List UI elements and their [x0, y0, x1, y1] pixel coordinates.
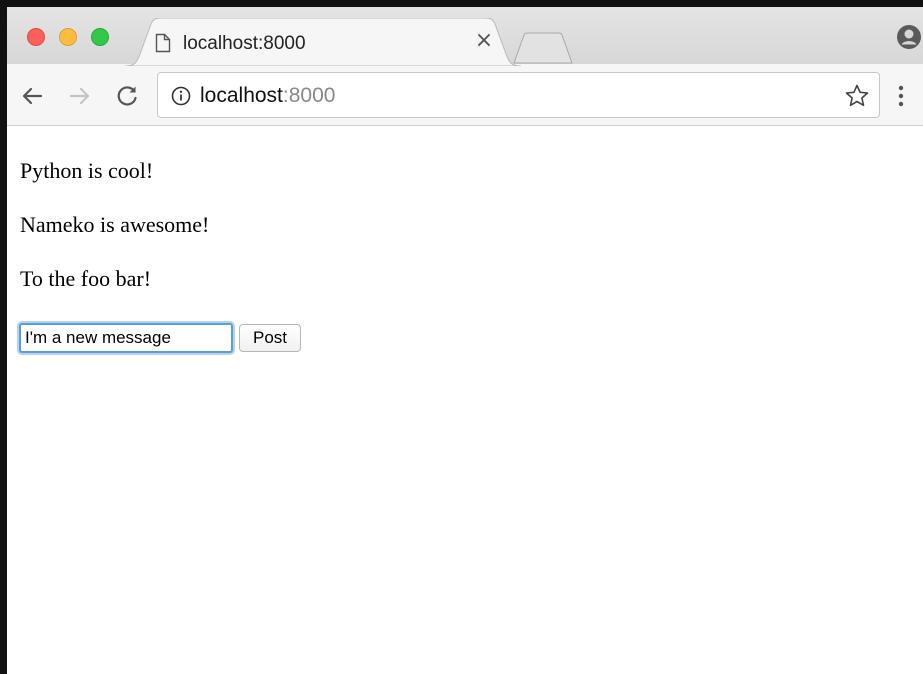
- address-bar[interactable]: localhost:8000: [157, 72, 880, 118]
- post-button[interactable]: Post: [239, 324, 301, 352]
- message-item: Nameko is awesome!: [20, 212, 210, 237]
- message-item: Python is cool!: [20, 158, 154, 183]
- tab-title: localhost:8000: [183, 33, 306, 54]
- url-host: localhost: [200, 84, 283, 107]
- page-icon: [155, 33, 171, 53]
- page-content: Python is cool! Nameko is awesome! To th…: [7, 127, 923, 674]
- reload-icon[interactable]: [113, 82, 141, 110]
- zoom-window-button[interactable]: [91, 28, 109, 46]
- profile-icon[interactable]: [895, 23, 923, 51]
- tab-strip: localhost:8000 ×: [7, 7, 923, 66]
- url-text[interactable]: localhost:8000: [200, 84, 335, 108]
- browser-window: localhost:8000 × localhost:8000 Python i…: [0, 0, 923, 674]
- new-tab-button[interactable]: [512, 32, 574, 64]
- close-window-button[interactable]: [27, 28, 45, 46]
- minimize-window-button[interactable]: [59, 28, 77, 46]
- arrow-right-icon[interactable]: [65, 82, 93, 110]
- message-item: To the foo bar!: [20, 266, 152, 291]
- info-icon[interactable]: [170, 85, 192, 107]
- toolbar: localhost:8000: [7, 64, 923, 126]
- kebab-menu-icon[interactable]: [897, 84, 905, 108]
- arrow-left-icon[interactable]: [19, 82, 47, 110]
- star-icon[interactable]: [844, 83, 870, 109]
- tab-close-button[interactable]: ×: [471, 28, 497, 54]
- tab-active[interactable]: localhost:8000 ×: [125, 18, 521, 66]
- url-port: :8000: [282, 84, 336, 107]
- message-input[interactable]: [19, 323, 233, 353]
